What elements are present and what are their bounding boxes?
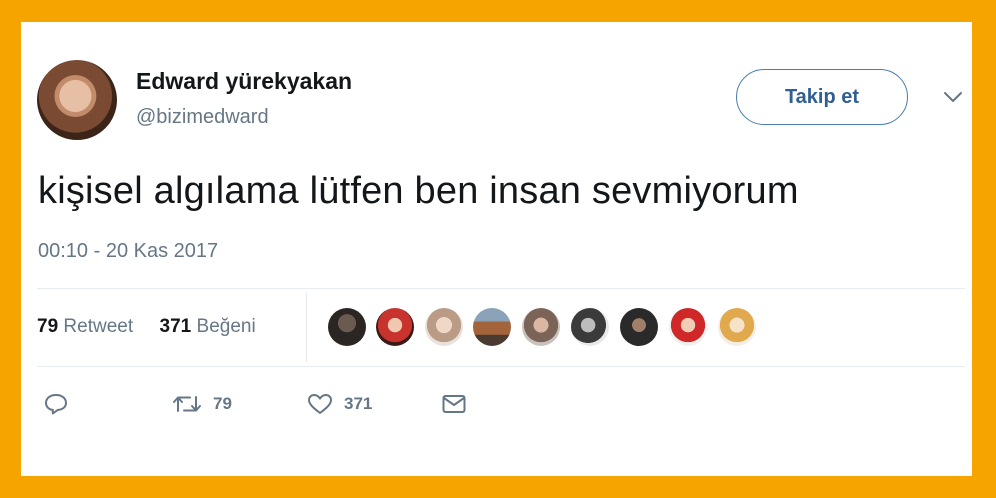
liker-avatar[interactable] — [522, 308, 560, 346]
retweet-stat[interactable]: 79 Retweet — [37, 316, 133, 337]
liker-avatar[interactable] — [669, 308, 707, 346]
divider-bottom — [37, 366, 965, 367]
liker-avatar[interactable] — [571, 308, 609, 346]
tweet-timestamp[interactable]: 00:10 - 20 Kas 2017 — [38, 240, 218, 263]
follow-button[interactable]: Takip et — [736, 69, 908, 125]
retweet-count: 79 — [37, 316, 59, 337]
liker-avatar[interactable] — [620, 308, 658, 346]
tweet-card: Edward yürekyakan @bizimedward Takip et … — [21, 22, 972, 476]
like-stat[interactable]: 371 Beğeni — [160, 316, 256, 337]
retweet-action-count: 79 — [213, 394, 232, 413]
like-action[interactable]: 371 — [306, 392, 372, 416]
envelope-icon[interactable] — [441, 392, 467, 416]
like-label: Beğeni — [196, 316, 256, 337]
like-count: 371 — [159, 316, 192, 337]
chevron-down-icon[interactable] — [943, 90, 963, 104]
tweet-text: kişisel algılama lütfen ben insan sevmiy… — [38, 170, 799, 212]
reply-action[interactable] — [43, 392, 69, 416]
stats-row: 79 Retweet 371 Beğeni — [37, 316, 256, 338]
retweet-icon[interactable] — [171, 392, 203, 416]
author-avatar[interactable] — [37, 60, 117, 140]
liker-avatar[interactable] — [718, 308, 756, 346]
retweet-label: Retweet — [63, 316, 134, 337]
divider-top — [37, 288, 965, 289]
liker-avatar[interactable] — [425, 308, 463, 346]
liker-avatar[interactable] — [328, 308, 366, 346]
author-handle[interactable]: @bizimedward — [136, 106, 269, 129]
retweet-action[interactable]: 79 — [171, 392, 232, 416]
author-name[interactable]: Edward yürekyakan — [136, 68, 352, 95]
dm-action[interactable] — [441, 392, 467, 416]
reply-icon[interactable] — [43, 392, 69, 416]
heart-icon[interactable] — [306, 392, 334, 416]
liker-avatar[interactable] — [376, 308, 414, 346]
liker-avatar[interactable] — [473, 308, 511, 346]
stats-separator — [306, 292, 307, 362]
like-action-count: 371 — [344, 394, 373, 413]
